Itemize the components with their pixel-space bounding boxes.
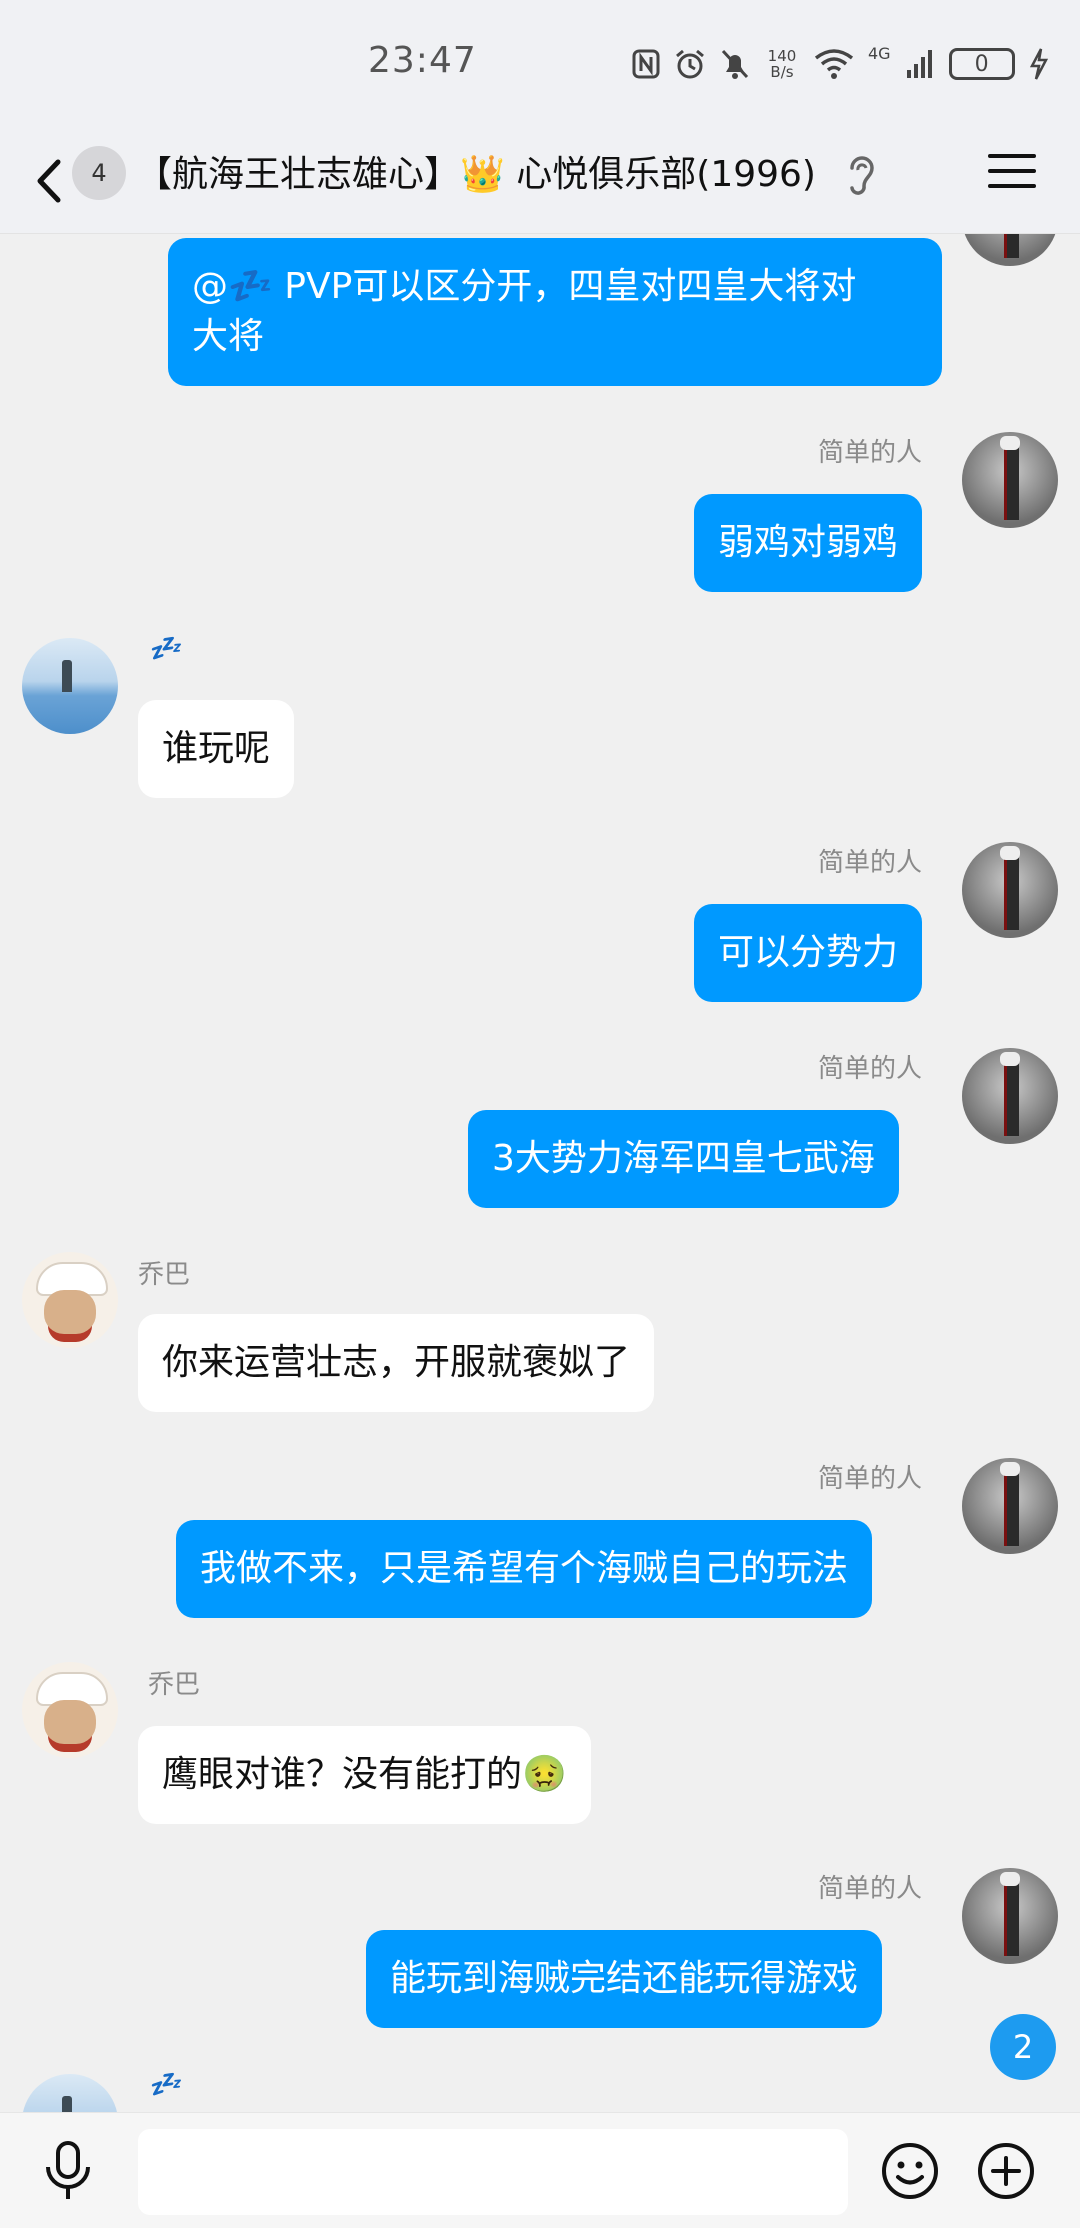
wifi-icon <box>814 49 854 79</box>
avatar[interactable] <box>962 432 1058 528</box>
group-title[interactable]: 【航海王壮志雄心】👑 心悦俱乐部(1996) <box>136 150 816 200</box>
ear-icon[interactable] <box>844 150 880 200</box>
sender-name: 乔巴 <box>138 1260 191 1290</box>
sender-name: 💤 <box>148 634 181 664</box>
net-speed: 140 B/s <box>767 47 797 81</box>
avatar[interactable] <box>962 1048 1058 1144</box>
avatar[interactable] <box>22 1252 118 1348</box>
avatar[interactable] <box>962 234 1058 266</box>
message-list[interactable]: @💤 PVP可以区分开，四皇对四皇大将对 大将 简单的人 弱鸡对弱鸡 💤 谁玩呢… <box>0 234 1080 2112</box>
back-icon[interactable] <box>28 146 76 216</box>
status-bar: 23:47 140 B/s 4G 0 <box>0 0 1080 128</box>
avatar[interactable] <box>962 842 1058 938</box>
sender-name: 简单的人 <box>818 1464 923 1494</box>
sender-name: 简单的人 <box>818 1054 923 1084</box>
message-bubble[interactable]: 可以分势力 <box>694 904 923 1002</box>
microphone-icon[interactable] <box>40 2139 96 2203</box>
avatar[interactable] <box>962 1458 1058 1554</box>
charging-icon <box>1029 48 1048 80</box>
plus-icon[interactable] <box>976 2141 1036 2201</box>
status-icons: 140 B/s 4G 0 <box>632 44 1049 84</box>
message-bubble[interactable]: 鹰眼对谁？没有能打的🤢 <box>138 1726 591 1824</box>
battery-level: 0 <box>974 51 989 77</box>
message-bubble[interactable]: 能玩到海贼完结还能玩得游戏 <box>366 1930 883 2028</box>
emoji-icon[interactable] <box>880 2141 940 2201</box>
input-bar <box>0 2112 1080 2228</box>
avatar[interactable] <box>22 2074 118 2112</box>
alarm-icon <box>676 49 704 79</box>
message-bubble[interactable]: @💤 PVP可以区分开，四皇对四皇大将对 大将 <box>168 238 942 386</box>
avatar[interactable] <box>22 1662 118 1758</box>
signal-icon <box>906 50 932 78</box>
sender-name: 💤 <box>148 2070 181 2100</box>
message-bubble[interactable]: 我做不来，只是希望有个海贼自己的玩法 <box>176 1520 873 1618</box>
sender-name: 简单的人 <box>818 848 923 878</box>
message-bubble[interactable]: 谁玩呢 <box>138 700 295 798</box>
message-bubble[interactable]: 弱鸡对弱鸡 <box>694 494 923 592</box>
new-message-badge[interactable]: 2 <box>990 2014 1056 2080</box>
sender-name: 简单的人 <box>818 1874 923 1904</box>
avatar[interactable] <box>962 1868 1058 1964</box>
unread-count-badge[interactable]: 4 <box>72 146 126 200</box>
menu-icon[interactable] <box>988 154 1036 202</box>
avatar[interactable] <box>22 638 118 734</box>
battery-icon: 0 <box>948 48 1015 80</box>
network-type: 4G <box>868 44 891 63</box>
chat-header: 4 【航海王壮志雄心】👑 心悦俱乐部(1996) <box>0 128 1080 234</box>
nfc-icon <box>632 49 660 79</box>
sender-name: 简单的人 <box>818 438 923 468</box>
message-bubble[interactable]: 3大势力海军四皇七武海 <box>468 1110 899 1208</box>
status-time: 23:47 <box>368 40 477 81</box>
message-input[interactable] <box>138 2129 848 2215</box>
mute-icon <box>721 49 749 79</box>
sender-name: 乔巴 <box>148 1670 201 1700</box>
message-bubble[interactable]: 你来运营壮志，开服就褒姒了 <box>138 1314 655 1412</box>
